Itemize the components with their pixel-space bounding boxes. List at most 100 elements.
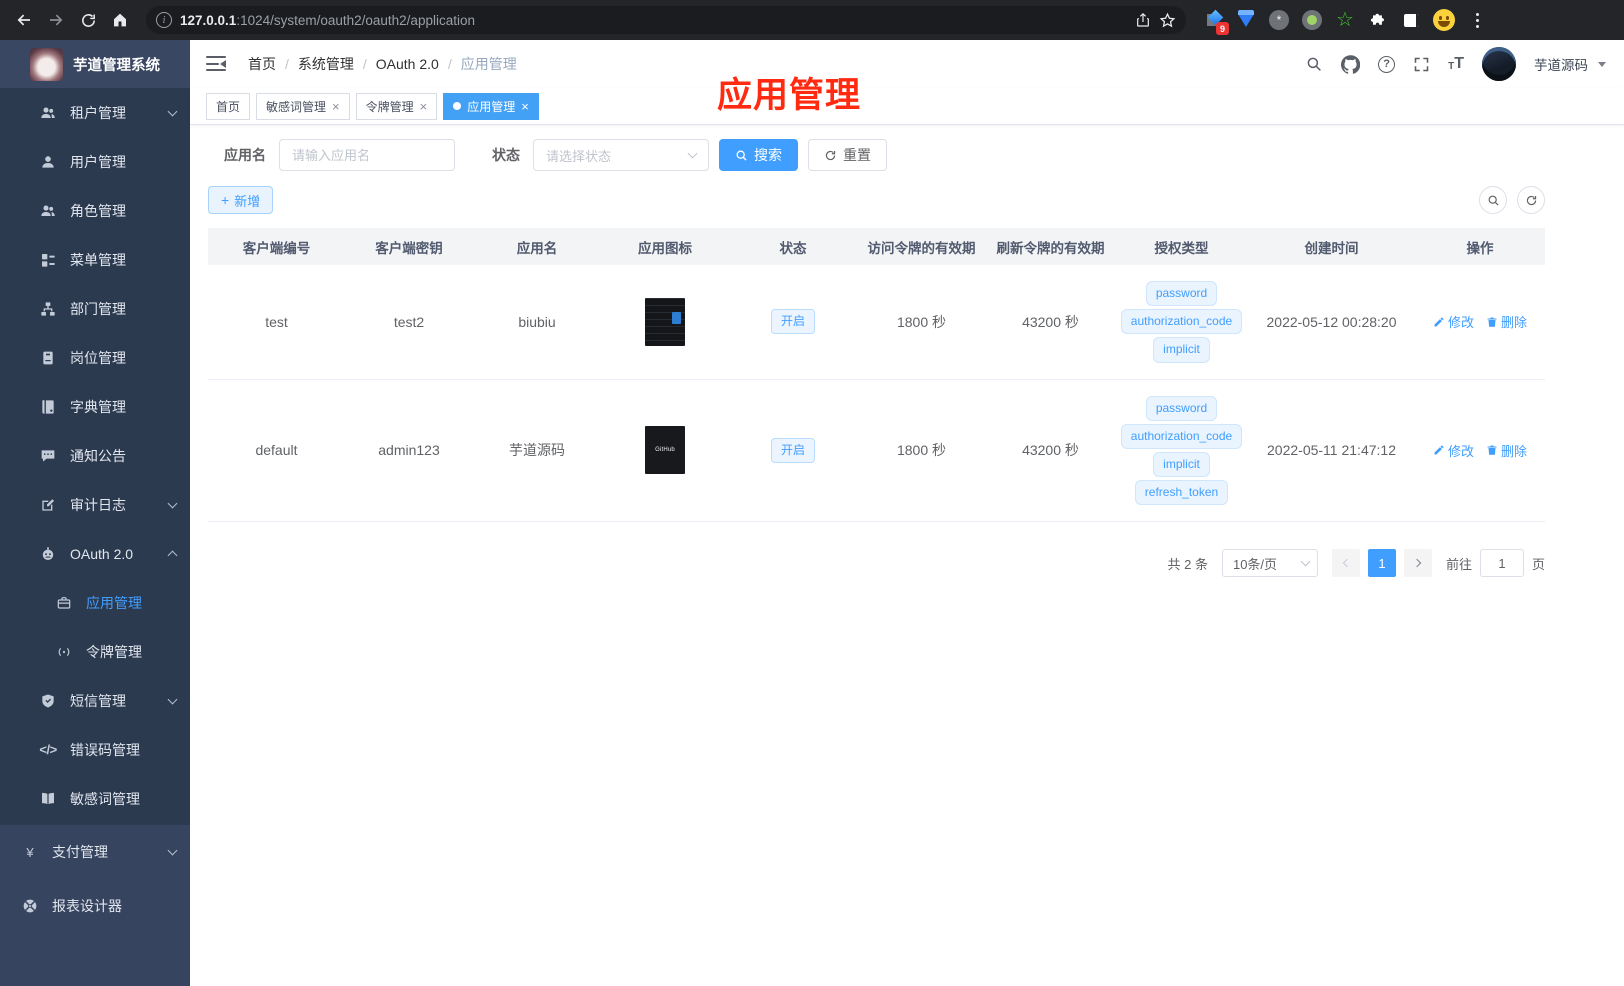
user-avatar[interactable] bbox=[1482, 47, 1516, 81]
sidebar-item-sensitive-word[interactable]: 敏感词管理 bbox=[0, 774, 190, 823]
prev-page-button[interactable] bbox=[1331, 549, 1360, 578]
sidebar-item-notice[interactable]: 通知公告 bbox=[0, 431, 190, 480]
command-circle-extension-icon[interactable]: * bbox=[1266, 7, 1292, 33]
sidebar-item-tenant[interactable]: 租户管理 bbox=[0, 88, 190, 137]
table-row: test test2 biubiu 开启 1800 秒 43200 秒 pass… bbox=[208, 265, 1545, 380]
sidebar-logo[interactable]: 芋道管理系统 bbox=[0, 40, 190, 88]
delete-link[interactable]: 删除 bbox=[1486, 312, 1527, 331]
blue-gem-extension-icon[interactable] bbox=[1233, 7, 1259, 33]
tab-token[interactable]: 令牌管理 × bbox=[355, 92, 438, 120]
forward-icon[interactable] bbox=[42, 6, 70, 34]
next-page-button[interactable] bbox=[1403, 549, 1432, 578]
site-info-icon[interactable]: i bbox=[156, 12, 172, 28]
chevron-up-icon bbox=[167, 550, 178, 560]
address-bar[interactable]: i 127.0.0.1:1024/system/oauth2/oauth2/ap… bbox=[146, 6, 1186, 34]
close-icon[interactable]: × bbox=[420, 100, 428, 113]
help-icon[interactable]: ? bbox=[1378, 55, 1396, 73]
back-icon[interactable] bbox=[10, 6, 38, 34]
sidebar-item-oauth2[interactable]: OAuth 2.0 bbox=[0, 529, 190, 578]
sidebar-item-role[interactable]: 角色管理 bbox=[0, 186, 190, 235]
user-name: 芋道源码 bbox=[1534, 58, 1588, 73]
table-toolbar: + 新增 bbox=[208, 186, 1545, 214]
close-icon[interactable]: × bbox=[332, 100, 340, 113]
users-icon bbox=[40, 105, 56, 121]
user-menu-caret-icon[interactable] bbox=[1598, 61, 1606, 67]
signal-icon bbox=[56, 644, 72, 660]
reload-icon[interactable] bbox=[74, 6, 102, 34]
bookmark-star-icon[interactable] bbox=[1159, 12, 1176, 29]
close-icon[interactable]: × bbox=[521, 100, 529, 113]
tabs-bar: 首页 敏感词管理 × 令牌管理 × 应用管理 × bbox=[190, 88, 1624, 125]
breadcrumb-home[interactable]: 首页 bbox=[248, 54, 276, 74]
search-button[interactable]: 搜索 bbox=[719, 139, 798, 171]
share-icon[interactable] bbox=[1135, 12, 1151, 28]
sidebar-item-menu[interactable]: 菜单管理 bbox=[0, 235, 190, 284]
toggle-search-button[interactable] bbox=[1479, 186, 1507, 214]
goto-label: 前往 bbox=[1445, 556, 1472, 572]
briefcase-icon bbox=[56, 595, 72, 611]
delete-link[interactable]: 删除 bbox=[1486, 441, 1527, 460]
split-square-extension-icon[interactable] bbox=[1398, 7, 1424, 33]
sidebar-item-report-designer[interactable]: 报表设计器 bbox=[0, 879, 190, 933]
client-secret: admin123 bbox=[378, 442, 440, 459]
edit-link[interactable]: 修改 bbox=[1433, 441, 1474, 460]
trash-icon bbox=[1487, 445, 1497, 456]
badge-icon bbox=[40, 350, 56, 366]
sidebar-item-oauth2-token[interactable]: 令牌管理 bbox=[0, 627, 190, 676]
tab-application[interactable]: 应用管理 × bbox=[443, 92, 539, 120]
collapse-sidebar-icon[interactable] bbox=[206, 56, 226, 72]
status-select[interactable]: 请选择状态 bbox=[533, 139, 709, 171]
breadcrumb-oauth[interactable]: OAuth 2.0 bbox=[376, 56, 439, 72]
sidebar-item-post[interactable]: 岗位管理 bbox=[0, 333, 190, 382]
breadcrumb-system[interactable]: 系统管理 bbox=[298, 54, 354, 74]
app-name-input[interactable] bbox=[279, 139, 455, 171]
trash-icon bbox=[1487, 317, 1497, 327]
green-dot-extension-icon[interactable] bbox=[1299, 7, 1325, 33]
sidebar-item-dict[interactable]: 字典管理 bbox=[0, 382, 190, 431]
sidebar-item-user[interactable]: 用户管理 bbox=[0, 137, 190, 186]
emoji-extension-icon[interactable] bbox=[1431, 7, 1457, 33]
edit-square-icon bbox=[40, 497, 56, 513]
access-token-ttl: 1800 秒 bbox=[896, 313, 947, 330]
chevron-down-icon bbox=[167, 106, 178, 116]
users-icon bbox=[40, 203, 56, 219]
access-token-ttl: 1800 秒 bbox=[896, 442, 947, 459]
status-label: 状态 bbox=[492, 147, 520, 163]
search-icon bbox=[736, 150, 747, 161]
grid-diamond-extension-icon[interactable]: 9 bbox=[1200, 7, 1229, 35]
sidebar-item-pay[interactable]: ¥ 支付管理 bbox=[0, 825, 190, 879]
puzzle-extension-icon[interactable] bbox=[1365, 7, 1391, 33]
goto-page-input[interactable] bbox=[1479, 549, 1524, 578]
chat-bubble-icon bbox=[40, 448, 56, 464]
chevron-down-icon bbox=[687, 148, 698, 159]
app-icon-thumbnail[interactable] bbox=[645, 297, 685, 346]
page-content: 应用名 状态 请选择状态 搜索 重置 bbox=[190, 125, 1624, 986]
github-icon[interactable] bbox=[1341, 54, 1361, 74]
refresh-table-button[interactable] bbox=[1517, 186, 1545, 214]
filter-form: 应用名 状态 请选择状态 搜索 重置 bbox=[208, 139, 1545, 171]
extension-badge: 9 bbox=[1216, 22, 1229, 35]
fullscreen-icon[interactable] bbox=[1413, 56, 1430, 73]
reset-button[interactable]: 重置 bbox=[808, 139, 887, 171]
sidebar-item-dept[interactable]: 部门管理 bbox=[0, 284, 190, 333]
refresh-token-ttl: 43200 秒 bbox=[1022, 313, 1079, 330]
chevron-down-icon bbox=[167, 694, 178, 704]
sidebar-item-audit-log[interactable]: 审计日志 bbox=[0, 480, 190, 529]
open-book-icon bbox=[40, 791, 56, 807]
tab-sensitive-word[interactable]: 敏感词管理 × bbox=[256, 92, 350, 120]
home-icon[interactable] bbox=[106, 6, 134, 34]
sidebar-item-oauth2-application[interactable]: 应用管理 bbox=[0, 578, 190, 627]
client-id: test bbox=[265, 313, 288, 330]
edit-link[interactable]: 修改 bbox=[1433, 312, 1474, 331]
browser-menu-icon[interactable] bbox=[1464, 7, 1490, 33]
app-icon-thumbnail[interactable]: GitHub bbox=[645, 426, 685, 475]
green-star-extension-icon[interactable]: ☆ bbox=[1332, 7, 1358, 33]
font-size-icon[interactable]: TT bbox=[1448, 56, 1464, 72]
add-button[interactable]: + 新增 bbox=[208, 186, 274, 214]
page-number-1[interactable]: 1 bbox=[1367, 549, 1396, 578]
page-size-select[interactable]: 10条/页 bbox=[1221, 549, 1318, 578]
sidebar-item-sms[interactable]: 短信管理 bbox=[0, 676, 190, 725]
search-icon[interactable] bbox=[1305, 55, 1323, 73]
tab-home[interactable]: 首页 bbox=[206, 92, 251, 120]
sidebar-item-errcode[interactable]: </> 错误码管理 bbox=[0, 725, 190, 774]
